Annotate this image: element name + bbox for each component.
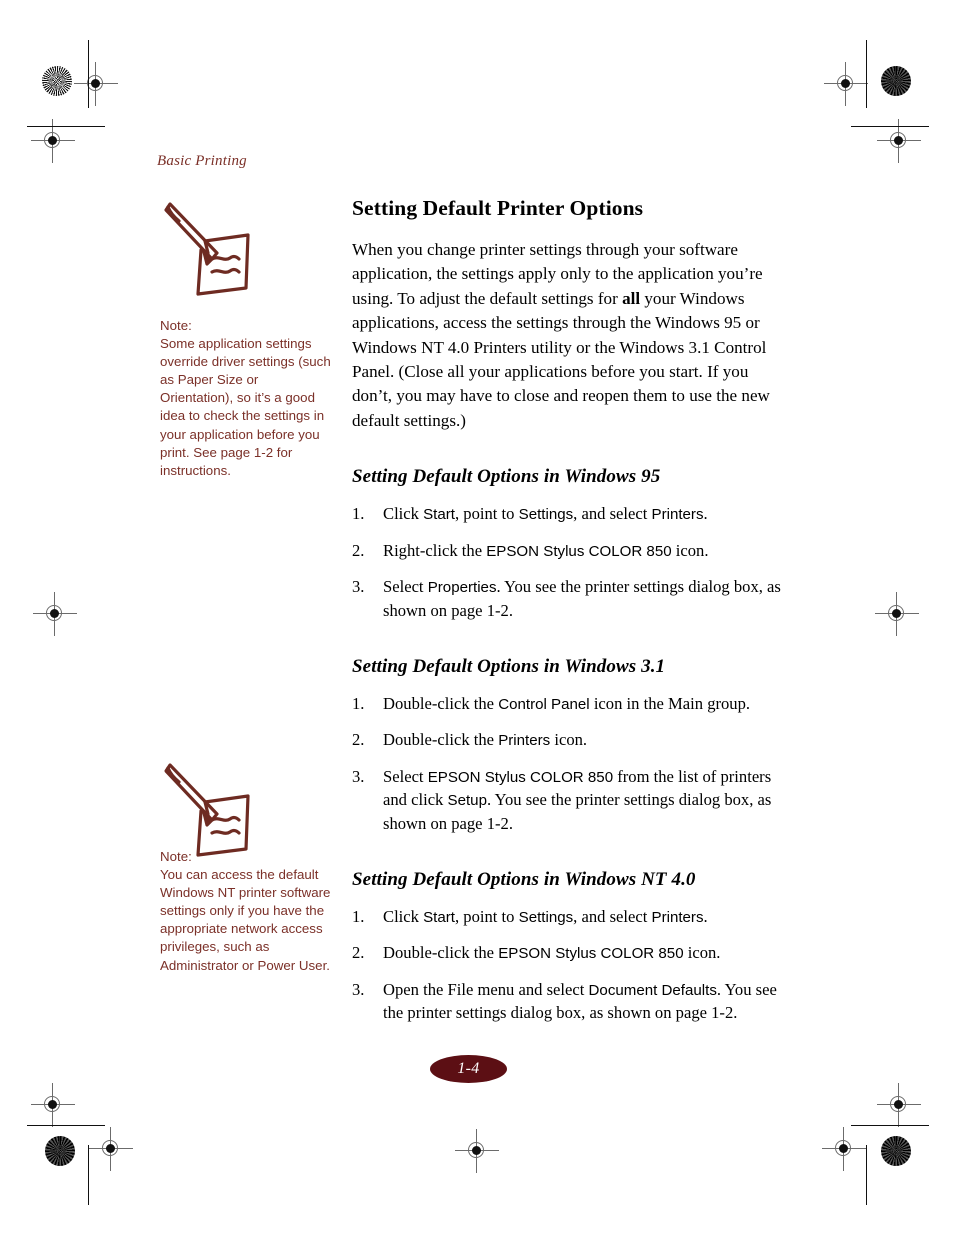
- ui-term: Setup: [447, 792, 487, 810]
- ui-term: Start: [423, 506, 455, 524]
- step-text: .: [703, 906, 708, 926]
- registration-crosshair-mid-right: [875, 592, 919, 636]
- main-content-column: Setting Default Printer Options When you…: [352, 196, 784, 1025]
- ui-term: Printers: [651, 506, 704, 524]
- registration-crosshair-bottom-left-upper: [31, 1083, 75, 1127]
- registration-crosshair-top-right-upper: [824, 62, 868, 106]
- step-list: 1. Click Start, point to Settings, and se…: [352, 906, 784, 1025]
- section-heading: Setting Default Options in Windows 95: [352, 466, 661, 488]
- note-label-2: Note:: [160, 849, 192, 864]
- step-text: icon in the Main group.: [589, 693, 751, 713]
- sections-host: Setting Default Options in Windows 95 1. C…: [352, 466, 784, 1025]
- intro-emphasis: all: [622, 288, 641, 308]
- halftone-star-target-top-left: [42, 66, 72, 96]
- crop-mark-right-vertical-bottom: [866, 1145, 867, 1205]
- ui-term: Settings: [518, 908, 574, 926]
- step-text: .: [703, 504, 708, 524]
- step-text: Select: [383, 766, 428, 786]
- halftone-star-target-top-right: [881, 66, 911, 96]
- step-text: Double-click the: [383, 693, 499, 713]
- step-text: , and select: [573, 504, 652, 524]
- step-text: icon.: [671, 540, 709, 560]
- step-item: 1. Double-click the Control Panel icon in…: [352, 693, 784, 717]
- note-text-2: You can access the default Windows NT pr…: [160, 867, 331, 973]
- intro-part-2: your Windows applications, access the se…: [352, 288, 770, 430]
- registration-crosshair-bottom-center: [455, 1129, 499, 1173]
- step-item: 3. Select Properties. You see the printer…: [352, 576, 784, 622]
- step-text: Click: [383, 504, 424, 524]
- step-number: 3.: [352, 766, 365, 786]
- page-number-badge: 1-4: [430, 1055, 507, 1083]
- step-text: Right-click the: [383, 540, 487, 560]
- intro-paragraph: When you change printer settings through…: [352, 238, 784, 433]
- step-item: 1. Click Start, point to Settings, and se…: [352, 906, 784, 930]
- running-head: Basic Printing: [157, 153, 247, 169]
- page-title: Setting Default Printer Options: [352, 196, 644, 220]
- ui-term: EPSON Stylus COLOR 850: [427, 768, 614, 786]
- step-number: 2.: [352, 943, 365, 963]
- step-item: 1. Click Start, point to Settings, and se…: [352, 503, 784, 527]
- step-item: 3. Select EPSON Stylus COLOR 850 from the…: [352, 766, 784, 836]
- step-list: 1. Click Start, point to Settings, and se…: [352, 503, 784, 622]
- registration-crosshair-bottom-left-lower: [89, 1127, 133, 1171]
- step-number: 2.: [352, 730, 365, 750]
- step-text: Open the File menu and select: [383, 979, 589, 999]
- step-text: Double-click the: [383, 943, 499, 963]
- ui-term: Settings: [518, 506, 574, 524]
- registration-crosshair-top-left-upper: [74, 62, 118, 106]
- step-text: , point to: [455, 906, 519, 926]
- registration-crosshair-bottom-right-upper: [877, 1083, 921, 1127]
- crop-mark-right-vertical-top: [866, 40, 867, 108]
- step-item: 2. Double-click the Printers icon.: [352, 729, 784, 753]
- step-list: 1. Double-click the Control Panel icon in…: [352, 693, 784, 836]
- note-block-2: Note: You can access the default Windows…: [160, 848, 332, 975]
- step-item: 2. Right-click the EPSON Stylus COLOR 850…: [352, 540, 784, 564]
- note-block-1: Note: Some application settings override…: [160, 317, 332, 480]
- ui-term: Printers: [651, 908, 704, 926]
- ui-term: Start: [423, 908, 455, 926]
- section-heading: Setting Default Options in Windows 3.1: [352, 655, 666, 677]
- ui-term: Printers: [498, 732, 551, 750]
- crop-mark-top-horizontal-left: [27, 126, 105, 127]
- section-heading: Setting Default Options in Windows NT 4.…: [352, 868, 696, 890]
- step-text: , and select: [573, 906, 652, 926]
- crop-mark-left-vertical-bottom: [88, 1145, 89, 1205]
- step-text: icon.: [550, 730, 588, 750]
- crop-mark-left-vertical-top: [88, 40, 89, 108]
- step-text: Click: [383, 906, 424, 926]
- step-text: icon.: [683, 943, 721, 963]
- step-number: 1.: [352, 693, 365, 713]
- pencil-note-icon-1: [160, 196, 256, 300]
- halftone-star-target-bottom-left: [45, 1136, 75, 1166]
- ui-term: Control Panel: [498, 695, 590, 713]
- step-text: Double-click the: [383, 730, 499, 750]
- crop-mark-top-horizontal-right: [851, 126, 929, 127]
- step-number: 3.: [352, 979, 365, 999]
- step-item: 2. Double-click the EPSON Stylus COLOR 85…: [352, 942, 784, 966]
- ui-term: EPSON Stylus COLOR 850: [486, 542, 672, 560]
- step-item: 3. Open the File menu and select Document…: [352, 979, 784, 1025]
- ui-term: Properties: [427, 579, 497, 597]
- ui-term: EPSON Stylus COLOR 850: [498, 945, 684, 963]
- step-number: 1.: [352, 906, 365, 926]
- step-number: 2.: [352, 540, 365, 560]
- step-text: , point to: [455, 504, 519, 524]
- step-text: Select: [383, 577, 428, 597]
- ui-term: Document Defaults: [588, 981, 717, 999]
- note-label-1: Note:: [160, 318, 192, 333]
- registration-crosshair-mid-left: [33, 592, 77, 636]
- crop-mark-bottom-horizontal-right: [851, 1125, 929, 1126]
- registration-crosshair-bottom-right-lower: [822, 1127, 866, 1171]
- pencil-note-icon-2: [160, 757, 256, 861]
- halftone-star-target-bottom-right: [881, 1136, 911, 1166]
- crop-mark-bottom-horizontal-left: [27, 1125, 105, 1126]
- step-number: 3.: [352, 577, 365, 597]
- step-number: 1.: [352, 504, 365, 524]
- note-text-1: Some application settings override drive…: [160, 336, 331, 478]
